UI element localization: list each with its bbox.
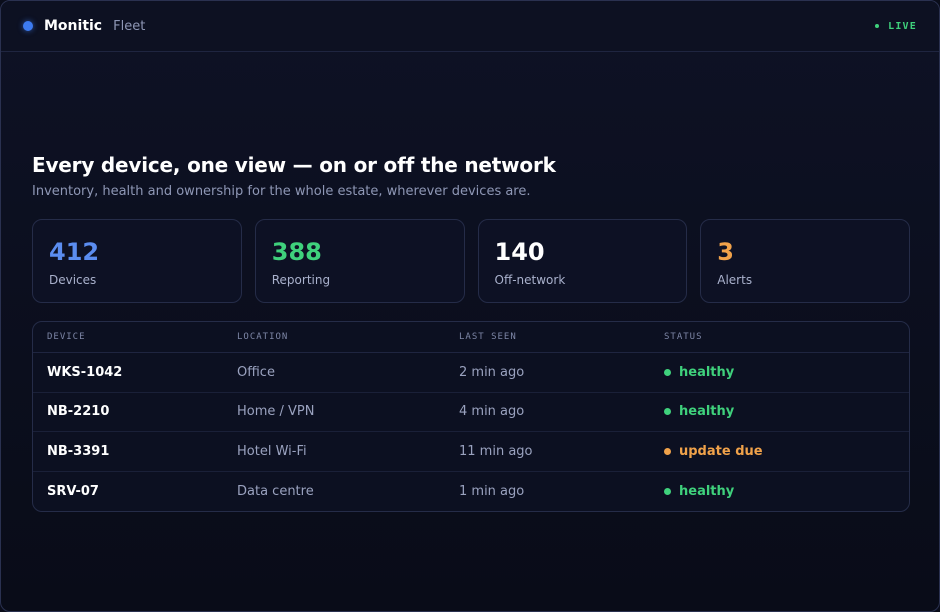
page-title: Every device, one view — on or off the n… <box>32 153 556 177</box>
column-header-status[interactable]: STATUS <box>664 332 909 342</box>
status-text: healthy <box>679 404 735 420</box>
column-header-last-seen[interactable]: LAST SEEN <box>459 332 664 342</box>
device-name: NB-2210 <box>47 404 110 420</box>
device-location: Office <box>237 364 275 380</box>
stat-card-devices[interactable]: 412 Devices <box>32 219 242 303</box>
brand-name[interactable]: Monitic <box>44 18 102 34</box>
section-label[interactable]: Fleet <box>113 19 145 34</box>
table-header: DEVICE LOCATION LAST SEEN STATUS <box>33 322 909 353</box>
status-dot-icon <box>664 368 671 376</box>
device-name: NB-3391 <box>47 443 110 459</box>
table-row[interactable]: WKS-1042 Office 2 min ago healthy <box>33 353 909 393</box>
device-last-seen: 1 min ago <box>459 483 525 499</box>
table-row[interactable]: NB-3391 Hotel Wi-Fi 11 min ago update du… <box>33 432 909 472</box>
column-header-device[interactable]: DEVICE <box>33 332 237 342</box>
main-content: Every device, one view — on or off the n… <box>32 153 910 512</box>
table-row[interactable]: NB-2210 Home / VPN 4 min ago healthy <box>33 393 909 432</box>
stat-value: 3 <box>717 238 734 266</box>
device-status: healthy <box>664 365 909 380</box>
status-text: healthy <box>679 364 735 380</box>
table-row[interactable]: SRV-07 Data centre 1 min ago healthy <box>33 472 909 512</box>
live-dot-icon <box>875 24 880 28</box>
app-window: Monitic Fleet LIVE Every device, one vie… <box>0 0 940 612</box>
device-status: healthy <box>664 484 909 499</box>
stat-value: 140 <box>494 238 545 266</box>
top-bar: Monitic Fleet LIVE <box>1 1 939 52</box>
status-dot-icon <box>664 447 671 455</box>
device-status: update due <box>664 444 909 459</box>
device-last-seen: 4 min ago <box>459 404 525 420</box>
device-status: healthy <box>664 404 909 419</box>
stats-row: 412 Devices 388 Reporting 140 Off-networ… <box>32 219 910 303</box>
stat-card-reporting[interactable]: 388 Reporting <box>254 219 465 303</box>
stat-label: Off-network <box>494 273 566 287</box>
status-text: healthy <box>679 483 735 499</box>
device-last-seen: 2 min ago <box>459 364 525 380</box>
stat-label: Devices <box>49 273 97 287</box>
stat-label: Alerts <box>717 273 753 287</box>
live-indicator: LIVE <box>875 21 917 32</box>
status-dot-icon <box>664 487 671 495</box>
page-subtitle: Inventory, health and ownership for the … <box>32 184 531 199</box>
status-text: update due <box>679 443 763 459</box>
stat-card-alerts[interactable]: 3 Alerts <box>700 219 910 303</box>
live-label: LIVE <box>888 20 917 32</box>
device-location: Home / VPN <box>237 404 315 420</box>
column-header-location[interactable]: LOCATION <box>237 332 459 342</box>
stat-value: 388 <box>271 238 322 266</box>
status-dot-icon <box>664 408 671 416</box>
device-name: WKS-1042 <box>47 364 123 380</box>
device-location: Data centre <box>237 483 314 499</box>
stat-label: Reporting <box>271 273 331 287</box>
device-last-seen: 11 min ago <box>459 443 533 459</box>
stat-card-off-network[interactable]: 140 Off-network <box>477 219 688 303</box>
device-location: Hotel Wi-Fi <box>237 443 307 459</box>
stat-value: 412 <box>49 238 100 266</box>
device-name: SRV-07 <box>47 483 99 499</box>
brand-logo-icon <box>23 21 33 31</box>
device-table: DEVICE LOCATION LAST SEEN STATUS WKS-104… <box>32 321 910 512</box>
